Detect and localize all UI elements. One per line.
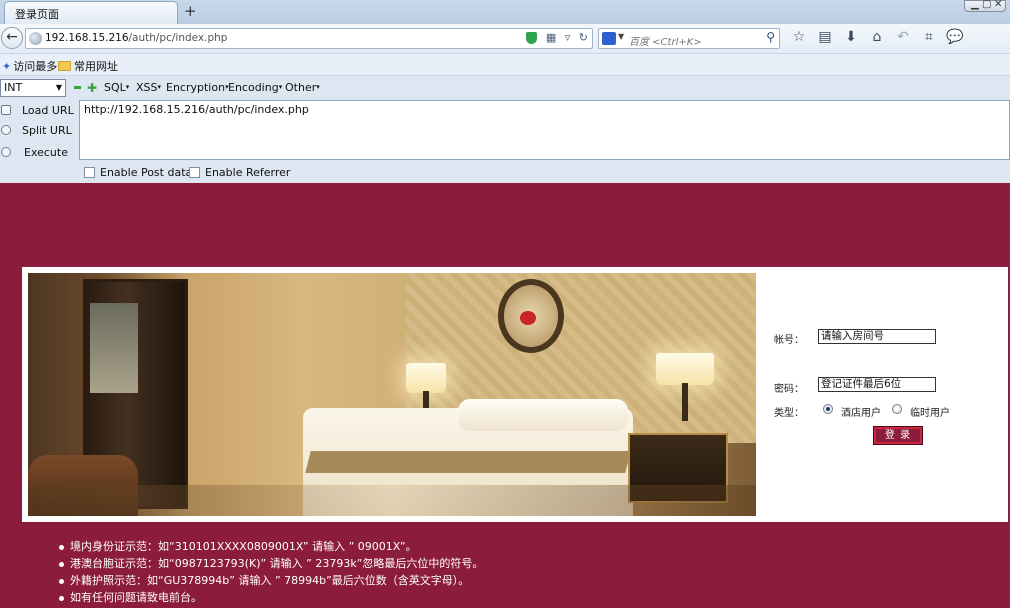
checkbox-icon xyxy=(84,167,95,178)
new-tab-button[interactable]: + xyxy=(184,2,197,20)
folder-icon xyxy=(58,61,71,71)
hackbar-type-select[interactable]: INT ▼ xyxy=(0,79,66,97)
search-placeholder: 百度 <Ctrl+K> xyxy=(629,37,702,48)
tab-bar: 登录页面 + ▁ ▢ ✕ xyxy=(0,0,1010,24)
browser-tab[interactable]: 登录页面 xyxy=(4,1,178,24)
bookmark-common-sites[interactable]: 常用网址 xyxy=(58,58,118,74)
execute-button[interactable]: Execute xyxy=(0,146,76,162)
checkbox-icon xyxy=(189,167,200,178)
refresh-icon[interactable]: ↻ xyxy=(579,31,588,44)
maximize-icon[interactable]: ▢ xyxy=(982,0,991,10)
tab-title: 登录页面 xyxy=(15,8,59,21)
account-input[interactable]: 请输入房间号 xyxy=(818,329,936,344)
globe-icon xyxy=(29,32,42,45)
search-box[interactable]: ▼ 百度 <Ctrl+K> ⚲ xyxy=(598,28,780,49)
split-url-button[interactable]: Split URL xyxy=(0,124,76,140)
shield-icon[interactable] xyxy=(526,32,538,44)
navigation-bar: ← 192.168.15.216/auth/pc/index.php ▦ ▿ ↻… xyxy=(0,24,1010,54)
login-panel: 帐号： 请输入房间号 密码： 登记证件最后6位 类型： 酒店用户 临时用户 登 … xyxy=(22,267,1008,522)
load-icon xyxy=(1,105,11,115)
menu-encoding[interactable]: Encoding▾ xyxy=(228,81,282,94)
window-controls[interactable]: ▁ ▢ ✕ xyxy=(964,0,1006,12)
radio-label-hotel-user: 酒店用户 xyxy=(841,408,881,419)
chevron-down-icon: ▼ xyxy=(55,83,62,92)
radio-hotel-user[interactable] xyxy=(823,404,833,414)
type-label: 类型： xyxy=(774,408,804,419)
note-foreign-passport: 外籍护照示范：如“GU378994b” 请输入 ” 78994b”最后六位数（含… xyxy=(58,572,483,589)
home-icon[interactable]: ⌂ xyxy=(864,29,890,45)
note-mainland-id: 境内身份证示范：如“310101XXXX0809001X” 请输入 ” 0900… xyxy=(58,538,483,555)
password-input[interactable]: 登记证件最后6位 xyxy=(818,377,936,392)
decrease-icon[interactable] xyxy=(74,86,81,89)
load-url-button[interactable]: Load URL xyxy=(0,104,76,120)
dropdown-icon[interactable]: ▿ xyxy=(565,31,571,44)
hotel-room-image xyxy=(28,273,756,516)
login-button[interactable]: 登 录 xyxy=(873,426,923,445)
account-label: 帐号： xyxy=(774,335,804,346)
bookmarks-bar: ✦ 访问最多 常用网址 xyxy=(0,54,1010,76)
note-hk-macau-taiwan: 港澳台胞证示范：如“0987123793(K)” 请输入 ” 23793k”忽略… xyxy=(58,555,483,572)
increase-icon[interactable]: ✚ xyxy=(87,81,97,95)
menu-encryption[interactable]: Encryption▾ xyxy=(166,81,229,94)
radio-label-temp-user: 临时用户 xyxy=(910,408,950,419)
login-page: 帐号： 请输入房间号 密码： 登记证件最后6位 类型： 酒店用户 临时用户 登 … xyxy=(0,183,1010,608)
back-icon[interactable]: ← xyxy=(1,27,23,49)
enable-referrer-checkbox[interactable]: Enable Referrer xyxy=(189,166,290,179)
bookmark-most-visited[interactable]: ✦ 访问最多 xyxy=(2,58,57,74)
menu-sql[interactable]: SQL▾ xyxy=(104,81,129,94)
baidu-icon[interactable] xyxy=(602,32,616,45)
user-type-group: 酒店用户 临时用户 xyxy=(823,403,993,419)
qr-icon[interactable]: ▦ xyxy=(546,31,556,44)
menu-xss[interactable]: XSS▾ xyxy=(136,81,161,94)
download-icon[interactable]: ⬇ xyxy=(838,29,864,45)
enable-post-checkbox[interactable]: Enable Post data xyxy=(84,166,192,179)
bookmark-star-icon[interactable]: ☆ xyxy=(786,29,812,45)
chevron-down-icon[interactable]: ▼ xyxy=(618,32,624,41)
note-contact-front-desk: 如有任何问题请致电前台。 xyxy=(58,589,483,606)
login-form: 帐号： 请输入房间号 密码： 登记证件最后6位 类型： 酒店用户 临时用户 登 … xyxy=(774,325,1004,465)
undo-icon[interactable]: ↶ xyxy=(890,29,916,45)
chat-icon[interactable]: 💬 xyxy=(942,29,968,45)
address-text[interactable]: 192.168.15.216/auth/pc/index.php xyxy=(45,32,227,44)
search-icon[interactable]: ⚲ xyxy=(766,30,775,44)
hackbar: INT ▼ ✚ SQL▾ XSS▾ Encryption▾ Encoding▾ … xyxy=(0,76,1010,183)
address-bar[interactable]: 192.168.15.216/auth/pc/index.php ▦ ▿ ↻ xyxy=(25,28,593,49)
id-instructions: 境内身份证示范：如“310101XXXX0809001X” 请输入 ” 0900… xyxy=(58,538,483,606)
minimize-icon[interactable]: ▁ xyxy=(971,0,979,10)
execute-icon xyxy=(1,147,11,157)
bookmark-star-icon: ✦ xyxy=(2,60,12,73)
password-label: 密码： xyxy=(774,384,804,395)
hackbar-url-textarea[interactable]: http://192.168.15.216/auth/pc/index.php xyxy=(79,100,1010,160)
reader-icon[interactable]: ▤ xyxy=(812,29,838,45)
radio-temp-user[interactable] xyxy=(892,404,902,414)
crop-icon[interactable]: ⌗ xyxy=(916,29,942,45)
split-icon xyxy=(1,125,11,135)
close-icon[interactable]: ✕ xyxy=(994,0,1002,10)
menu-other[interactable]: Other▾ xyxy=(285,81,320,94)
